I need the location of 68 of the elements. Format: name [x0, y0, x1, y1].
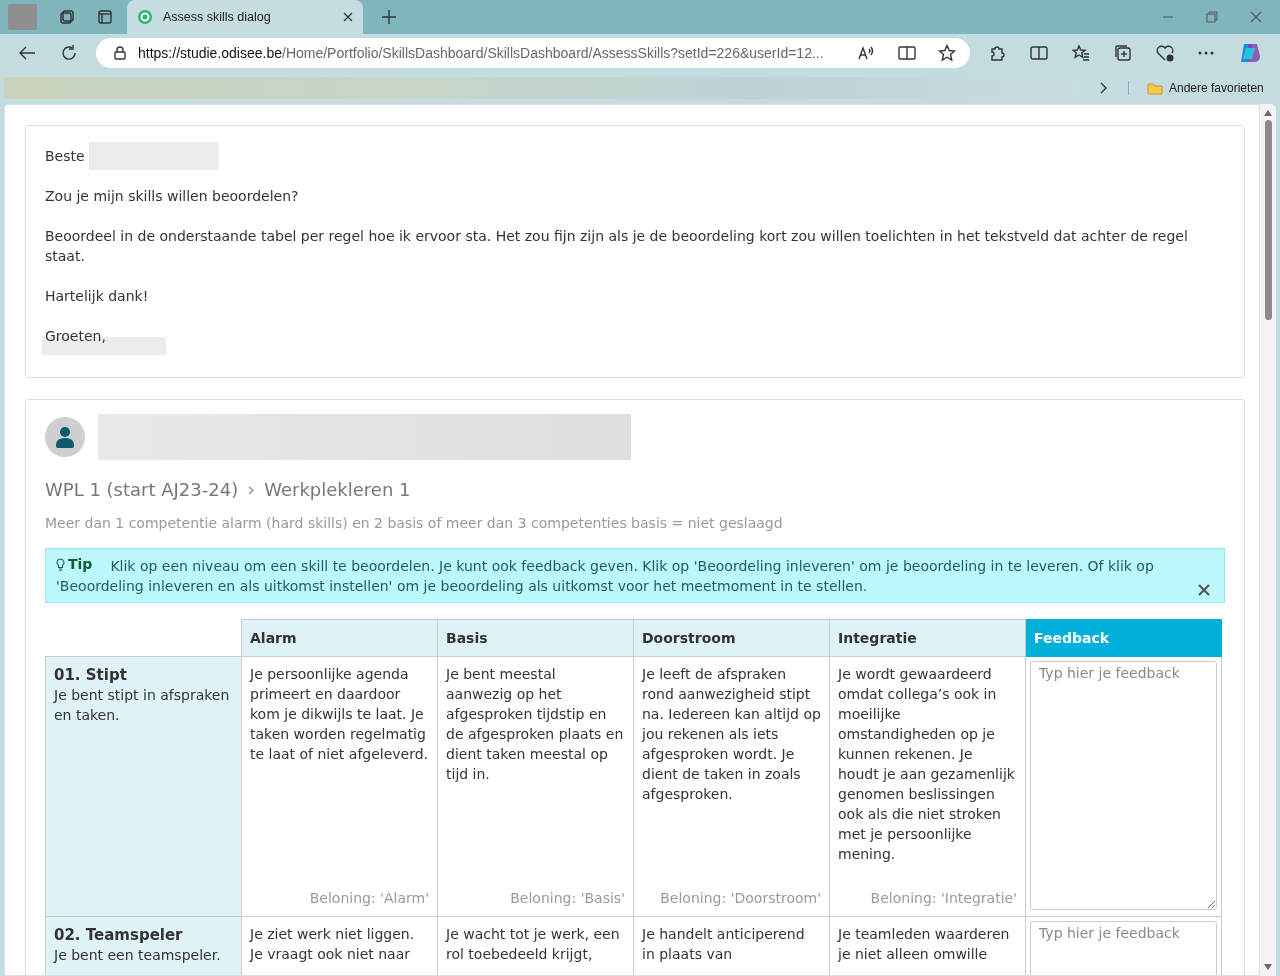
refresh-icon[interactable]	[60, 44, 78, 62]
chevron-right-icon[interactable]	[1100, 82, 1108, 94]
browser-tab[interactable]: Assess skills dialog	[127, 0, 363, 34]
reward-label: Beloning: 'Integratie'	[869, 888, 1017, 908]
site-icon	[137, 9, 153, 25]
scrollbar-thumb[interactable]	[1264, 120, 1272, 320]
breadcrumb-item[interactable]: WPL 1 (start AJ23-24)	[45, 480, 239, 500]
copilot-icon[interactable]	[1238, 42, 1262, 64]
back-icon[interactable]	[18, 45, 36, 61]
reward-label: Beloning: 'Basis'	[509, 888, 625, 908]
close-icon[interactable]	[1198, 583, 1210, 596]
letter-paragraph: Beoordeel in de onderstaande tabel per regel hoe ik ervoor sta. Het zou fijn zijn als je de beoordeling kort zou willen toelichten in het tekstveld dat achter de regel staat.	[45, 227, 1189, 266]
level-option[interactable]: Je persoonlijke agenda primeert en daardoor kom je dikwijls te laat. Je taken worden regelmatig te laat of niet afgeleverd. Beloning: 'Alarm'	[241, 656, 438, 916]
column-header: Doorstroom	[633, 619, 830, 656]
skill-description: Je bent een teamspeler.	[54, 945, 222, 965]
user-avatar-icon	[45, 417, 85, 457]
folder-icon	[1147, 81, 1163, 95]
letter-paragraph: Zou je mijn skills willen beoordelen?	[45, 187, 300, 206]
level-description: Je handelt anticiperend in plaats van	[642, 924, 806, 964]
split-screen-icon[interactable]	[1030, 45, 1048, 61]
favorite-star-icon[interactable]	[938, 44, 956, 62]
more-icon[interactable]	[1198, 51, 1214, 55]
rule-text: Meer dan 1 competentie alarm (hard skills) en 2 basis of meer dan 3 competenties basis = niet geslaagd	[45, 514, 784, 533]
new-tab-icon[interactable]	[381, 9, 397, 25]
skill-description: Je bent stipt in afspraken en taken.	[54, 685, 231, 725]
collections-icon[interactable]	[1114, 44, 1132, 62]
workspaces-icon[interactable]	[59, 9, 75, 25]
address-bar[interactable]: https://studie.odisee.be/Home/Portfolio/SkillsDashboard/SkillsDashboard/AssessSkills?setId=226&userId=12...	[96, 38, 970, 68]
column-header: Basis	[437, 619, 634, 656]
feedback-field[interactable]: Typ hier je feedback	[1030, 920, 1217, 975]
lock-icon	[114, 46, 126, 60]
tab-actions-icon[interactable]	[97, 9, 113, 25]
reward-label: Beloning: 'Doorstroom'	[659, 888, 821, 908]
level-description: Je teamleden waarderen je niet alleen omwille	[838, 924, 1011, 964]
url-text: https://studie.odisee.be/Home/Portfolio/SkillsDashboard/SkillsDashboard/AssessSkills?setId=226&userId=12...	[138, 45, 824, 61]
read-aloud-icon[interactable]	[858, 45, 876, 61]
level-description: Je ziet werk niet liggen. Je vraagt ook niet naar	[250, 924, 416, 964]
level-description: Je persoonlijke agenda primeert en daardoor kom je dikwijls te laat. Je taken worden regelmatig te laat of niet afgeleverd.	[250, 664, 429, 764]
extensions-icon[interactable]	[988, 44, 1006, 62]
scroll-down-icon[interactable]	[1264, 964, 1272, 970]
lightbulb-icon	[56, 557, 65, 571]
favorites-folder[interactable]: Andere favorieten	[1128, 81, 1264, 95]
level-description: Je leeft de afspraken rond aanwezigheid stipt na. Iedereen kan altijd op jou rekenen als iets afgesproken wordt. Je dient de taken in zoals afgesproken.	[642, 664, 821, 804]
reward-label: Beloning: 'Alarm'	[308, 888, 429, 908]
letter-paragraph: Hartelijk dank!	[45, 287, 150, 306]
column-header: Integratie	[829, 619, 1026, 656]
column-header: Alarm	[241, 619, 438, 656]
tab-title: Assess skills dialog	[163, 10, 272, 24]
greeting-text: Beste	[45, 147, 85, 166]
close-icon[interactable]	[343, 12, 353, 22]
level-option[interactable]	[829, 656, 1026, 916]
scroll-up-icon[interactable]	[1264, 110, 1272, 116]
favorites-icon[interactable]	[1072, 44, 1090, 62]
level-description: Je bent meestal aanwezig op het afgesproken tijdstip en de afgesproken plaats en dient taken meestal op tijd in.	[446, 664, 625, 784]
level-description: Je wordt gewaardeerd omdat collega’s ook in moeilijke omstandigheden op je kunnen rekenen. Je houdt je aan gezamenlijk genomen beslissingen ook als die niet stroken met je persoonlijke mening.	[838, 664, 1016, 864]
closing-text: Groeten,	[45, 327, 107, 346]
skill-title: 01. Stipt	[54, 664, 128, 685]
immersive-reader-icon[interactable]	[898, 45, 916, 61]
skill-title: 02. Teamspeler	[54, 924, 184, 945]
feedback-field[interactable]: Typ hier je feedback	[1030, 660, 1217, 910]
level-option[interactable]: Je bent meestal aanwezig op het afgesproken tijdstip en de afgesproken plaats en dient taken meestal op tijd in. Beloning: 'Basis'	[437, 656, 634, 916]
breadcrumb-item[interactable]: Werkplekleren 1	[264, 480, 411, 500]
level-description: Je wacht tot je werk, een rol toebedeeld krijgt,	[446, 924, 621, 964]
column-header: Feedback	[1025, 619, 1222, 656]
tip-text: Tip Klik op een niveau om een skill te beoordelen. Je kunt ook feedback geven. Klik op 'Beoordeling inleveren' om je beoordeling in te leveren. Of klik op 'Beoordeling inleveren en als uitkomst instellen' om je beoordeling als uitkomst voor het meetmoment in te stellen.	[56, 555, 1155, 596]
breadcrumb-chevron-icon	[248, 485, 255, 495]
browser-essentials-icon[interactable]	[1156, 44, 1174, 62]
level-option[interactable]: Je leeft de afspraken rond aanwezigheid stipt na. Iedereen kan altijd op jou rekenen als iets afgesproken wordt. Je dient de taken in zoals afgesproken. Beloning: 'Doorstroom'	[633, 656, 830, 916]
